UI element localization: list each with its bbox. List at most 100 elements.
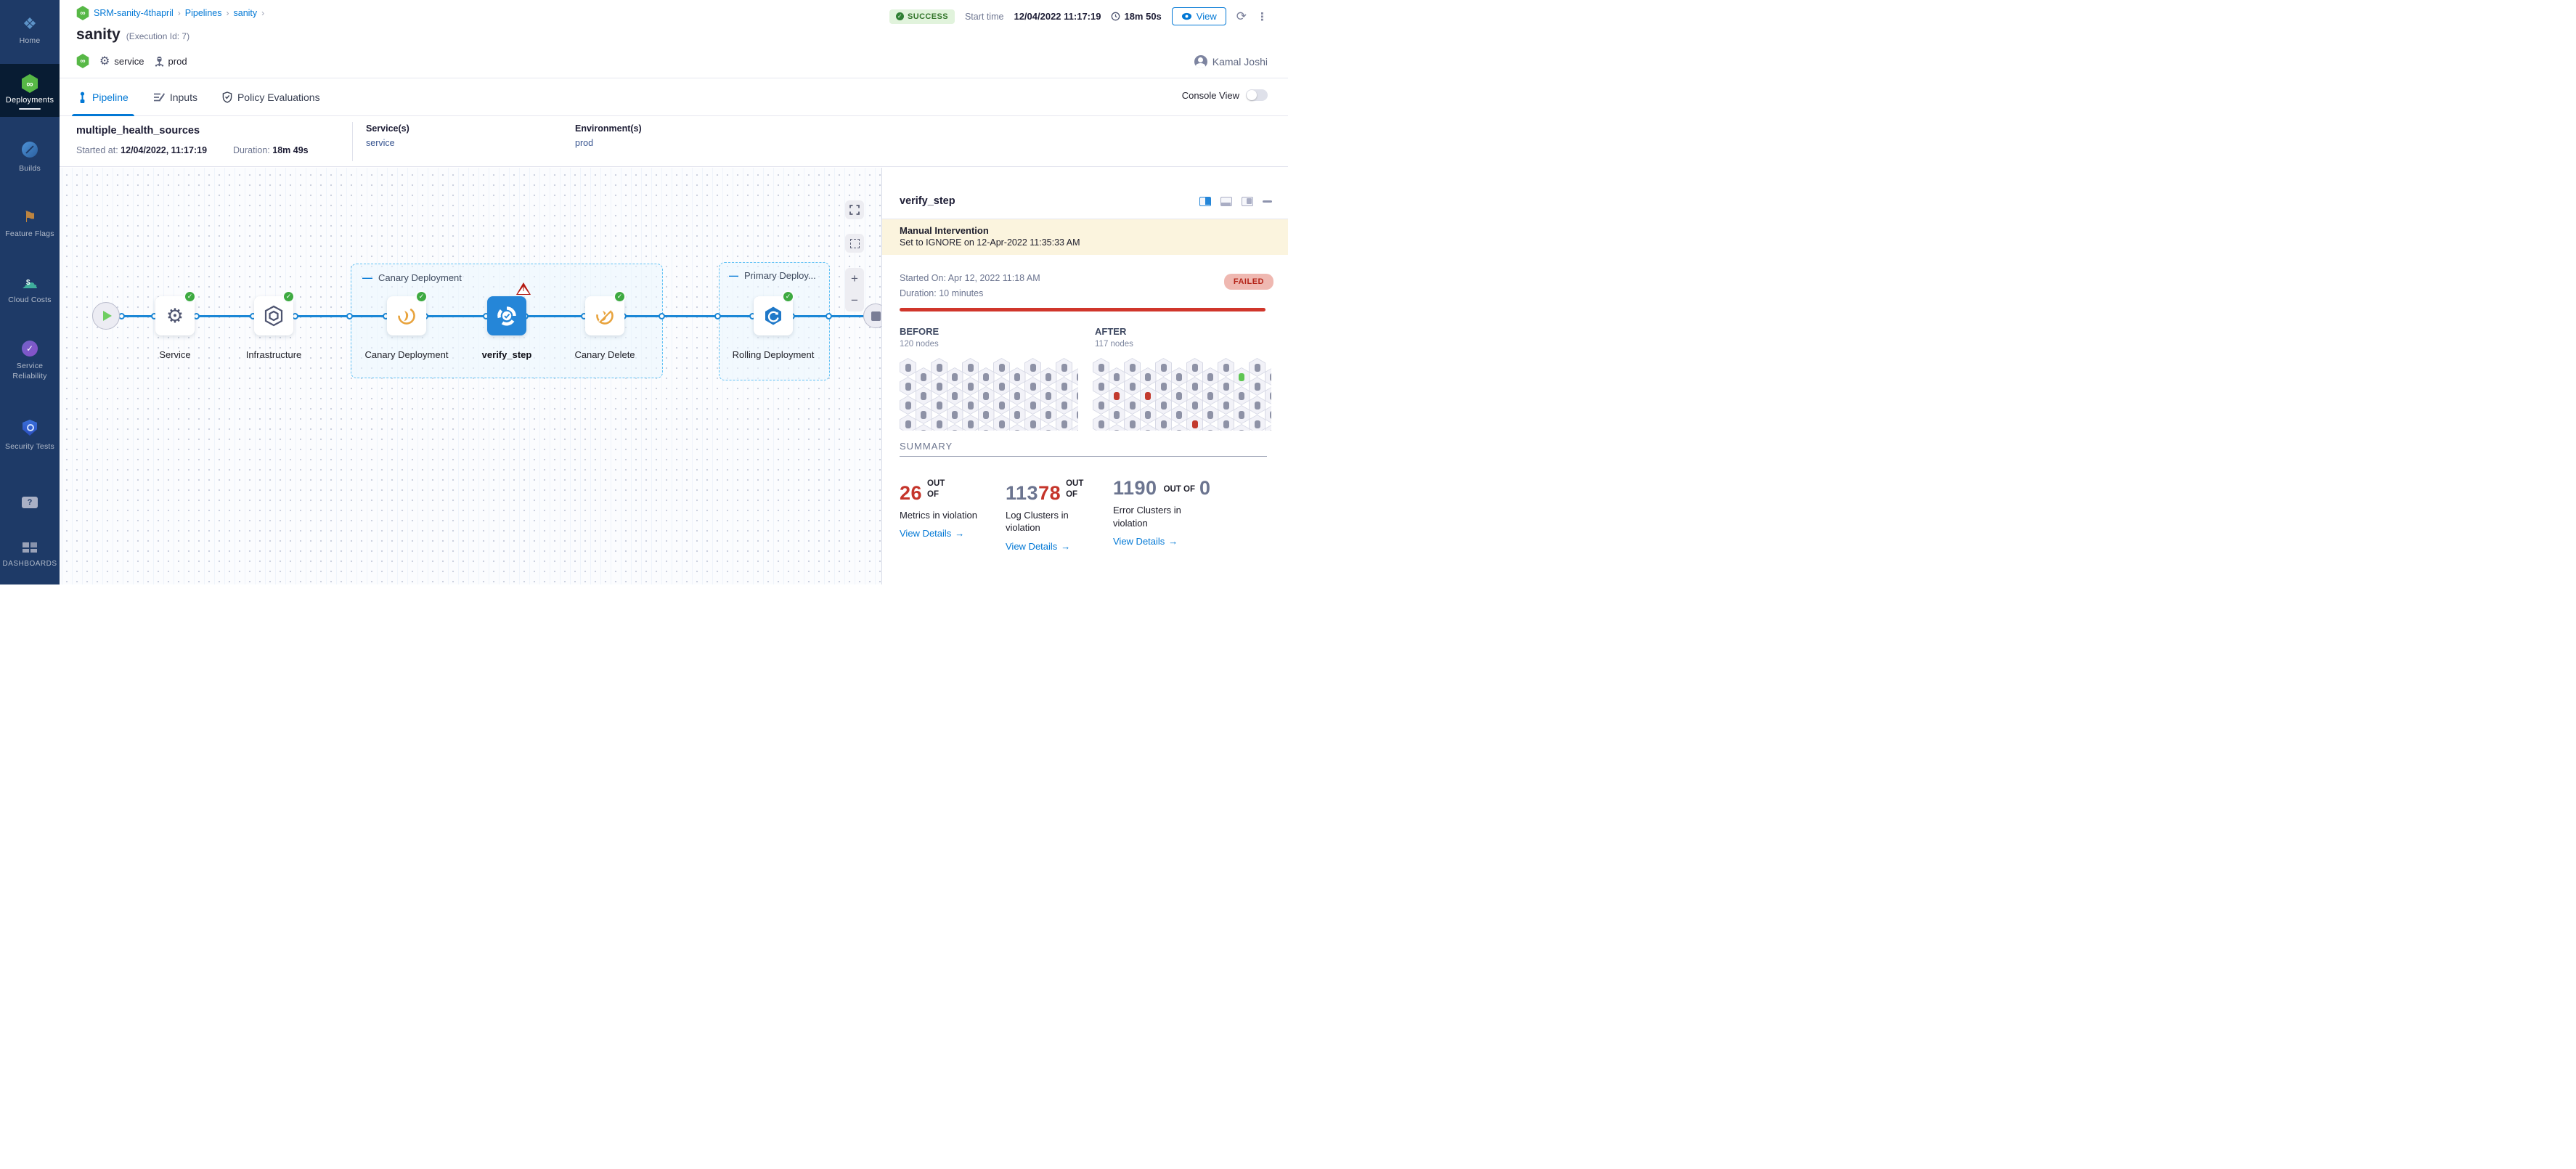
sidebar-item-cloud-costs[interactable]: ☁$ Cloud Costs (0, 274, 60, 304)
node-hex[interactable] (1234, 424, 1250, 431)
node-hex[interactable] (1109, 405, 1125, 424)
node-hex[interactable] (900, 377, 916, 396)
minimize-icon[interactable] (1263, 200, 1272, 203)
metrics-view-details-link[interactable]: View Details → (900, 528, 1012, 539)
node-hex[interactable] (1218, 415, 1234, 431)
sidebar-item-help[interactable]: ? (0, 493, 60, 512)
log-clusters-view-details-link[interactable]: View Details → (1006, 541, 1107, 552)
node-hex[interactable] (1040, 405, 1057, 424)
node-hex[interactable] (931, 358, 947, 377)
node-hex[interactable] (1186, 358, 1203, 377)
node-hex[interactable] (947, 405, 963, 424)
node-hex[interactable] (1124, 415, 1141, 431)
node-hex[interactable] (1040, 424, 1057, 431)
node-hex[interactable] (1186, 415, 1203, 431)
node-hex[interactable] (1140, 386, 1157, 405)
node-hex[interactable] (978, 424, 995, 431)
node-hex[interactable] (1093, 396, 1109, 415)
node-hex[interactable] (1040, 367, 1057, 386)
sidebar-item-feature-flags[interactable]: ⚑ Feature Flags (0, 208, 60, 238)
node-hex[interactable] (1218, 377, 1234, 396)
node-hex[interactable] (1009, 367, 1026, 386)
node-hex[interactable] (916, 405, 932, 424)
node-hex[interactable] (916, 386, 932, 405)
node-hex[interactable] (931, 377, 947, 396)
service-link[interactable]: service (366, 138, 409, 148)
node-hex[interactable] (916, 367, 932, 386)
user-menu[interactable]: Kamal Joshi (1194, 55, 1268, 68)
node-hex[interactable] (1024, 358, 1041, 377)
node-hex[interactable] (993, 415, 1010, 431)
node-hex[interactable] (931, 396, 947, 415)
node-hex[interactable] (1155, 377, 1172, 396)
node-hex[interactable] (1234, 367, 1250, 386)
zoom-out-button[interactable]: − (845, 290, 864, 311)
breadcrumb-project-link[interactable]: SRM-sanity-4thapril (94, 8, 174, 18)
node-hex[interactable] (1056, 396, 1072, 415)
node-label[interactable]: Infrastructure (227, 348, 321, 362)
node-hex[interactable] (1171, 367, 1188, 386)
sidebar-item-home[interactable]: ❖ Home (0, 15, 60, 45)
node-hex[interactable] (1009, 424, 1026, 431)
collapse-dash-icon[interactable]: — (362, 272, 372, 283)
pipeline-start-node[interactable] (92, 302, 120, 330)
node-hex[interactable] (1093, 358, 1109, 377)
node-hex[interactable] (962, 377, 979, 396)
node-hex[interactable] (947, 367, 963, 386)
node-hex[interactable] (1186, 377, 1203, 396)
collapse-dash-icon[interactable]: — (729, 270, 738, 281)
node-hex[interactable] (1093, 377, 1109, 396)
node-hex[interactable] (962, 415, 979, 431)
node-hex[interactable] (947, 424, 963, 431)
node-label[interactable]: verify_step (460, 348, 554, 362)
node-hex[interactable] (1040, 386, 1057, 405)
node-hex[interactable] (1056, 415, 1072, 431)
node-hex[interactable] (962, 358, 979, 377)
node-hex[interactable] (1202, 405, 1219, 424)
node-hex[interactable] (1249, 358, 1265, 377)
node-hex[interactable] (1202, 386, 1219, 405)
node-label[interactable]: Canary Deployment (359, 348, 454, 362)
node-hex[interactable] (1024, 396, 1041, 415)
node-hex[interactable] (900, 415, 916, 431)
service-tag[interactable]: ⚙ service (99, 54, 144, 68)
node-hex[interactable] (1093, 415, 1109, 431)
node-hex[interactable] (1124, 358, 1141, 377)
node-hex[interactable] (1155, 415, 1172, 431)
node-hex[interactable] (900, 396, 916, 415)
node-hex[interactable] (1009, 386, 1026, 405)
node-hex[interactable] (1024, 377, 1041, 396)
pipeline-end-node[interactable] (863, 304, 881, 328)
breadcrumb-pipeline-link[interactable]: sanity (234, 8, 258, 18)
node-hex[interactable] (1202, 367, 1219, 386)
stage-name[interactable]: multiple_health_sources (76, 125, 200, 137)
node-hex[interactable] (947, 386, 963, 405)
node-hex[interactable] (916, 424, 932, 431)
node-hex[interactable] (978, 405, 995, 424)
kebab-menu-icon[interactable]: ⋮ (1257, 10, 1268, 23)
node-hex[interactable] (1109, 367, 1125, 386)
sidebar-item-dashboards[interactable]: DASHBOARDS (0, 538, 60, 568)
node-hex[interactable] (993, 377, 1010, 396)
node-hex[interactable] (1124, 377, 1141, 396)
node-hex[interactable] (993, 358, 1010, 377)
before-node-grid[interactable] (900, 358, 1078, 431)
zoom-in-button[interactable]: + (845, 268, 864, 290)
node-hex[interactable] (978, 367, 995, 386)
node-hex[interactable] (1024, 415, 1041, 431)
node-hex[interactable] (1140, 424, 1157, 431)
breadcrumb-pipelines-link[interactable]: Pipelines (185, 8, 222, 18)
tab-policy-evaluations[interactable]: Policy Evaluations (221, 78, 322, 116)
environment-link[interactable]: prod (575, 138, 642, 148)
sidebar-item-service-reliability[interactable]: ✓ Service Reliability (0, 339, 60, 381)
node-hex[interactable] (1140, 367, 1157, 386)
node-label[interactable]: Service (128, 348, 222, 362)
node-hex[interactable] (1171, 405, 1188, 424)
tab-inputs[interactable]: Inputs (152, 78, 199, 116)
node-hex[interactable] (1109, 424, 1125, 431)
node-hex[interactable] (1218, 358, 1234, 377)
node-hex[interactable] (1186, 396, 1203, 415)
node-hex[interactable] (1202, 424, 1219, 431)
node-hex[interactable] (1218, 396, 1234, 415)
node-hex[interactable] (1171, 424, 1188, 431)
